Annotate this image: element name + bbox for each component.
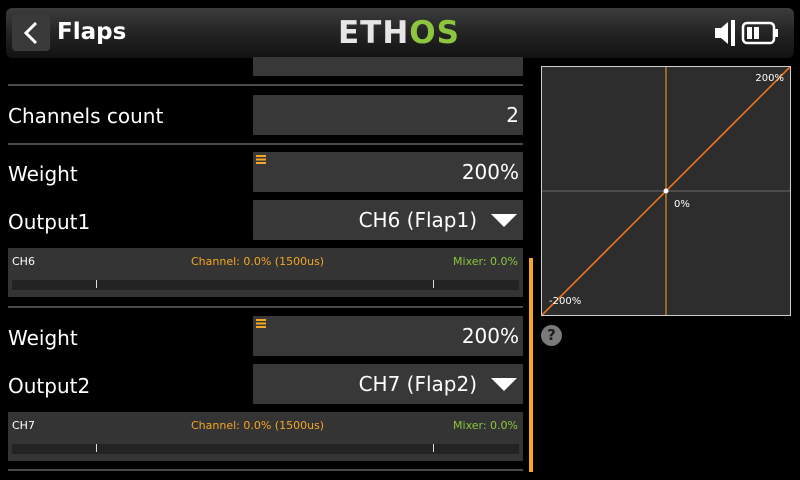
weight-2-label: Weight — [8, 326, 78, 350]
dropdown-arrow-icon — [491, 214, 517, 227]
bar-tick — [96, 280, 97, 288]
curve-graph — [542, 67, 790, 315]
monitor-channel-name: CH6 — [12, 255, 35, 268]
divider — [8, 143, 523, 145]
channels-count-field[interactable]: 2 — [253, 95, 523, 135]
help-icon[interactable]: ? — [541, 325, 562, 346]
trim-icon — [256, 155, 266, 164]
previous-field-partial[interactable] — [253, 57, 523, 76]
output-1-label: Output1 — [8, 210, 91, 234]
trim-icon — [256, 319, 266, 328]
divider — [8, 469, 523, 471]
bar-tick — [96, 444, 97, 452]
divider — [8, 306, 523, 308]
channels-count-value: 2 — [506, 103, 519, 127]
monitor-channel-value: Channel: 0.0% (1500us) — [191, 419, 325, 432]
dropdown-arrow-icon — [491, 378, 517, 391]
curve-max-label: 200% — [755, 73, 784, 84]
weight-2-field[interactable]: 200% — [253, 316, 523, 356]
output-2-label: Output2 — [8, 374, 91, 398]
battery-icon[interactable] — [741, 20, 779, 46]
curve-mid-label: 0% — [674, 199, 690, 210]
page-title: Flaps — [57, 19, 127, 45]
scrollbar[interactable] — [529, 258, 533, 472]
curve-preview: 200% 0% -200% — [541, 66, 791, 316]
monitor-bar-track — [12, 444, 519, 454]
curve-min-label: -200% — [549, 296, 582, 307]
channel-monitor-1: CH6 Channel: 0.0% (1500us) Mixer: 0.0% — [8, 248, 523, 297]
monitor-channel-value: Channel: 0.0% (1500us) — [191, 255, 325, 268]
channel-monitor-2: CH7 Channel: 0.0% (1500us) Mixer: 0.0% — [8, 412, 523, 461]
bar-tick — [433, 444, 434, 452]
weight-2-value: 200% — [461, 324, 519, 348]
output-1-value: CH6 (Flap1) — [358, 208, 477, 232]
divider — [8, 84, 523, 86]
ethos-logo: ETHOS — [338, 15, 460, 51]
weight-1-label: Weight — [8, 162, 78, 186]
output-2-dropdown[interactable]: CH7 (Flap2) — [253, 364, 523, 404]
monitor-mixer-value: Mixer: 0.0% — [453, 255, 518, 268]
output-2-value: CH7 (Flap2) — [358, 372, 477, 396]
speaker-icon[interactable] — [713, 19, 737, 47]
chevron-left-icon — [23, 21, 38, 45]
bar-tick — [433, 280, 434, 288]
monitor-channel-name: CH7 — [12, 419, 35, 432]
weight-1-value: 200% — [461, 160, 519, 184]
monitor-mixer-value: Mixer: 0.0% — [453, 419, 518, 432]
curve-center-point — [663, 188, 669, 194]
back-button[interactable] — [12, 15, 50, 51]
channels-count-label: Channels count — [8, 104, 164, 128]
output-1-dropdown[interactable]: CH6 (Flap1) — [253, 200, 523, 240]
monitor-bar-track — [12, 280, 519, 290]
weight-1-field[interactable]: 200% — [253, 152, 523, 192]
